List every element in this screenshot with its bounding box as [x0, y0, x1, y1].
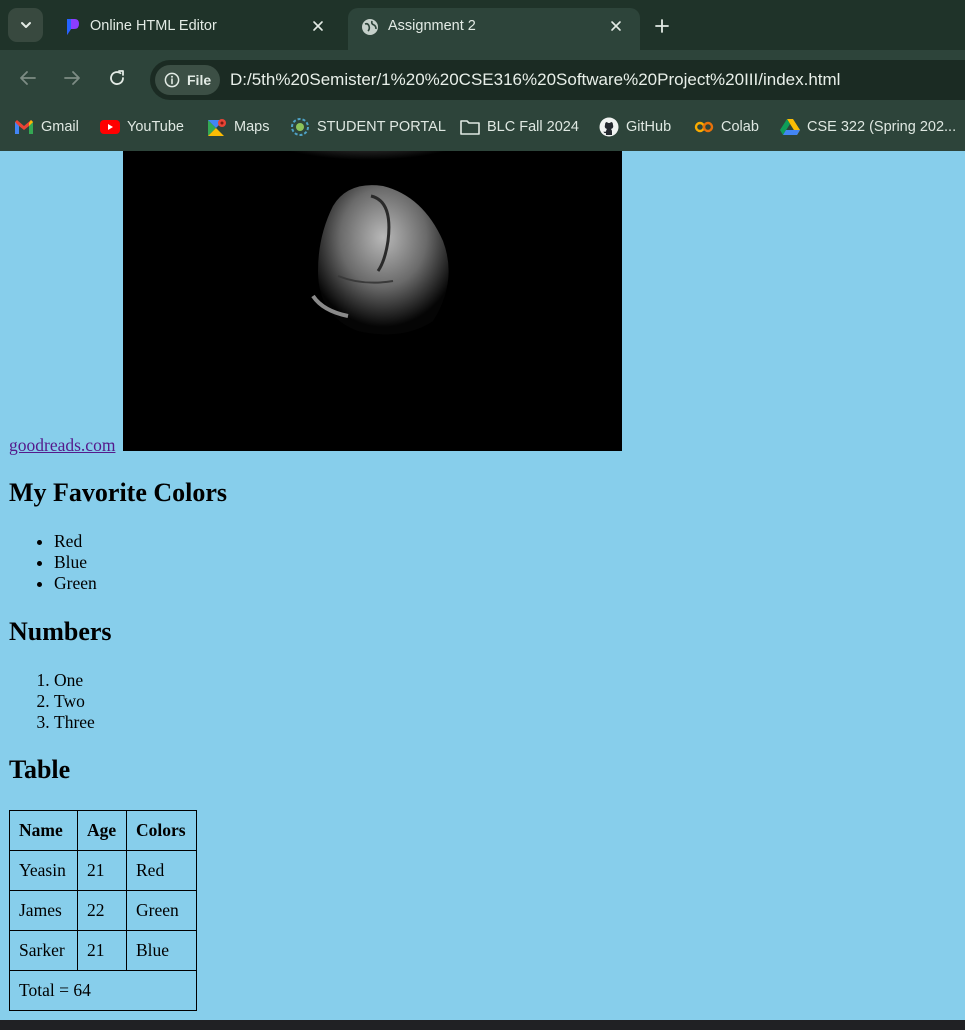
column-header-age: Age — [77, 810, 127, 851]
table-footer-row: Total = 64 — [9, 970, 197, 1011]
bookmark-gmail[interactable]: Gmail — [14, 115, 79, 139]
security-chip-label: File — [187, 72, 212, 88]
browser-toolbar: File D:/5th%20Semister/1%20%20CSE316%20S… — [0, 50, 965, 108]
table-row: Yeasin 21 Red — [9, 850, 197, 891]
site-info-chip[interactable]: File — [155, 65, 220, 95]
bookmark-label: STUDENT PORTAL — [317, 119, 446, 135]
list-item: Blue — [54, 552, 97, 573]
drive-icon — [780, 117, 800, 137]
forward-button[interactable] — [60, 66, 84, 90]
chevron-down-icon — [20, 22, 31, 28]
numbers-list: One Two Three — [54, 670, 95, 733]
bookmark-label: Colab — [721, 119, 759, 135]
bookmark-colab[interactable]: Colab — [694, 115, 759, 139]
people-table: Name Age Colors Yeasin 21 Red James 22 G… — [9, 810, 197, 1011]
info-icon — [164, 72, 180, 88]
bookmark-label: Gmail — [41, 119, 79, 135]
tab-assignment-2[interactable]: Assignment 2 — [348, 8, 640, 50]
tab-title: Online HTML Editor — [90, 18, 217, 34]
portrait-photo — [123, 151, 622, 451]
table-cell: 21 — [77, 850, 127, 891]
table-heading: Table — [9, 755, 71, 784]
address-bar[interactable]: File D:/5th%20Semister/1%20%20CSE316%20S… — [150, 60, 965, 100]
table-row: Sarker 21 Blue — [9, 930, 197, 971]
arrow-right-icon — [64, 71, 80, 85]
close-icon[interactable] — [308, 16, 328, 36]
table-cell: Yeasin — [9, 850, 78, 891]
portal-icon — [290, 117, 310, 137]
bookmark-youtube[interactable]: YouTube — [100, 115, 184, 139]
table-cell: Green — [126, 890, 197, 931]
folder-icon — [460, 117, 480, 137]
github-icon — [599, 117, 619, 137]
plus-icon — [655, 19, 669, 33]
taskbar-edge — [0, 1020, 965, 1030]
table-cell: Sarker — [9, 930, 78, 971]
reload-button[interactable] — [105, 66, 129, 90]
close-icon[interactable] — [606, 16, 626, 36]
maps-icon — [207, 117, 227, 137]
list-item: Three — [54, 712, 95, 733]
bookmarks-bar: Gmail YouTube Maps STUDENT PORTAL BLC Fa… — [0, 108, 965, 151]
table-cell: Red — [126, 850, 197, 891]
tab-strip: Online HTML Editor Assignment 2 — [0, 0, 965, 50]
globe-icon — [360, 17, 380, 37]
list-item: One — [54, 670, 95, 691]
colab-icon — [694, 117, 714, 137]
bookmark-label: Maps — [234, 119, 270, 135]
table-header-row: Name Age Colors — [9, 810, 197, 851]
table-cell: 21 — [77, 930, 127, 971]
favorite-colors-list: Red Blue Green — [54, 531, 97, 594]
bookmark-label: BLC Fall 2024 — [487, 119, 579, 135]
table-cell: James — [9, 890, 78, 931]
new-tab-button[interactable] — [650, 14, 674, 38]
tab-title: Assignment 2 — [388, 18, 476, 34]
bookmark-github[interactable]: GitHub — [599, 115, 671, 139]
bookmark-label: CSE 322 (Spring 202... — [807, 119, 957, 135]
back-button[interactable] — [16, 66, 40, 90]
list-item: Two — [54, 691, 95, 712]
bookmark-cse-322[interactable]: CSE 322 (Spring 202... — [780, 115, 956, 139]
list-item: Red — [54, 531, 97, 552]
column-header-name: Name — [9, 810, 78, 851]
gmail-icon — [14, 117, 34, 137]
favorite-colors-heading: My Favorite Colors — [9, 478, 228, 507]
tab-online-html-editor[interactable]: Online HTML Editor — [50, 8, 342, 50]
bookmark-maps[interactable]: Maps — [207, 115, 269, 139]
numbers-heading: Numbers — [9, 617, 112, 646]
list-item: Green — [54, 573, 97, 594]
youtube-icon — [100, 117, 120, 137]
table-total-cell: Total = 64 — [9, 970, 197, 1011]
tab-search-button[interactable] — [8, 8, 43, 42]
bookmark-blc-fall-2024[interactable]: BLC Fall 2024 — [460, 115, 579, 139]
table-row: James 22 Green — [9, 890, 197, 931]
bookmark-student-portal[interactable]: STUDENT PORTAL — [290, 115, 446, 139]
bookmark-label: GitHub — [626, 119, 672, 135]
goodreads-link[interactable]: goodreads.com — [9, 435, 115, 456]
table-cell: 22 — [77, 890, 127, 931]
arrow-left-icon — [20, 71, 36, 85]
page-content: goodreads.com My Favorite Colors Red Blu… — [0, 151, 965, 1020]
reload-icon — [110, 70, 124, 85]
url-text[interactable]: D:/5th%20Semister/1%20%20CSE316%20Softwa… — [230, 70, 840, 90]
editor-logo-icon — [62, 17, 82, 37]
bookmark-label: YouTube — [127, 119, 184, 135]
table-cell: Blue — [126, 930, 197, 971]
column-header-colors: Colors — [126, 810, 197, 851]
